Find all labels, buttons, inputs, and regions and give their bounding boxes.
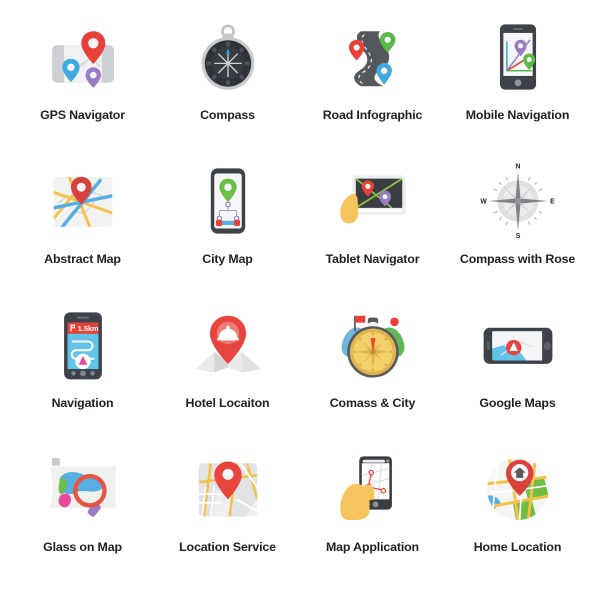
home-location-icon [470,446,566,532]
icon-label: GPS Navigator [40,108,125,122]
road-infographic-icon [325,14,421,100]
icon-label: Tablet Navigator [325,252,420,266]
icon-label: Navigation [51,396,114,410]
icon-label: Location Service [179,540,276,554]
icon-label: Home Location [473,540,562,554]
abstract-map-icon [35,158,131,244]
icon-cell-compass-and-city[interactable]: Comass & City [300,302,445,446]
navigation-icon: 1.5km [35,302,131,388]
icon-label: Abstract Map [44,252,121,266]
icon-label: Glass on Map [43,540,122,554]
icon-label: Comass & City [329,396,416,410]
city-map-icon [180,158,276,244]
icon-cell-compass-with-rose[interactable]: N S E W Compass with Rose [445,158,590,302]
compass-and-city-icon [325,302,421,388]
icon-cell-abstract-map[interactable]: Abstract Map [10,158,155,302]
icon-cell-mobile-navigation[interactable]: Mobile Navigation [445,14,590,158]
compass-icon [180,14,276,100]
compass-with-rose-icon: N S E W [470,158,566,244]
icon-label: Compass with Rose [459,252,576,266]
icon-cell-home-location[interactable]: Home Location [445,446,590,590]
icon-cell-location-service[interactable]: Location Service [155,446,300,590]
mobile-navigation-icon [470,14,566,100]
location-service-icon [180,446,276,532]
icon-cell-compass[interactable]: Compass [155,14,300,158]
icon-label: Road Infographic [322,108,423,122]
icon-cell-glass-on-map[interactable]: Glass on Map [10,446,155,590]
icon-cell-road-infographic[interactable]: Road Infographic [300,14,445,158]
icon-label: Mobile Navigation [465,108,570,122]
icon-cell-google-maps[interactable]: Google Maps [445,302,590,446]
map-application-icon [325,446,421,532]
svg-text:E: E [550,199,555,206]
icon-grid: GPS Navigator Compass Road Infographic M… [0,0,600,600]
icon-cell-tablet-navigator[interactable]: Tablet Navigator [300,158,445,302]
gps-navigator-icon [35,14,131,100]
icon-cell-map-application[interactable]: Map Application [300,446,445,590]
icon-label: Compass [200,108,255,122]
icon-label: Hotel Locaiton [185,396,270,410]
google-maps-icon [470,302,566,388]
icon-cell-navigation[interactable]: 1.5km Navigation [10,302,155,446]
navigation-distance: 1.5km [77,324,98,333]
svg-text:W: W [480,199,487,206]
icon-cell-city-map[interactable]: City Map [155,158,300,302]
tablet-navigator-icon [325,158,421,244]
icon-cell-gps-navigator[interactable]: GPS Navigator [10,14,155,158]
hotel-location-icon [180,302,276,388]
svg-text:N: N [515,163,520,170]
icon-cell-hotel-location[interactable]: Hotel Locaiton [155,302,300,446]
icon-label: City Map [202,252,253,266]
icon-label: Google Maps [479,396,556,410]
glass-on-map-icon [35,446,131,532]
icon-label: Map Application [326,540,419,554]
svg-text:S: S [515,233,520,240]
